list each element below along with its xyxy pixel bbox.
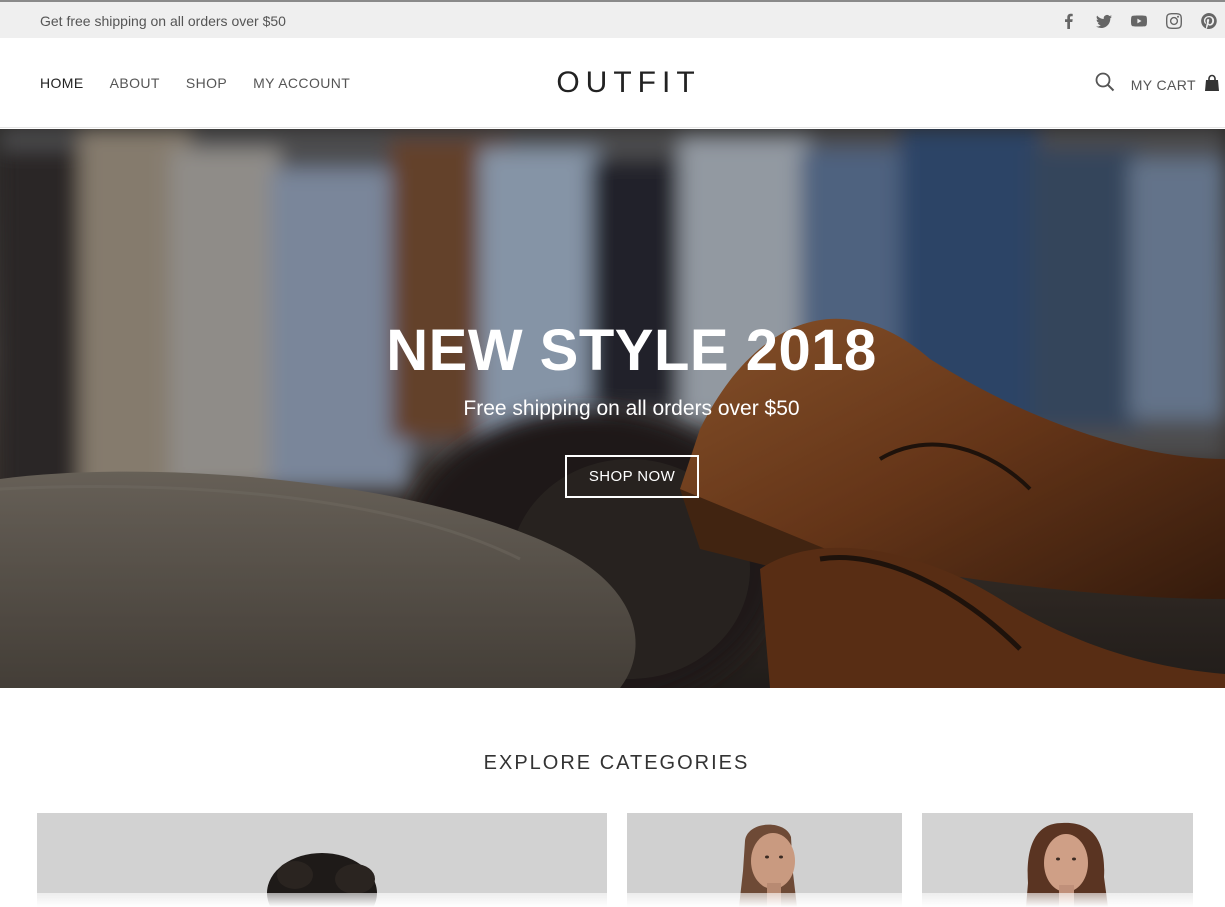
- social-links: [1059, 12, 1219, 30]
- cart-button[interactable]: MY CART: [1131, 74, 1221, 95]
- search-icon[interactable]: [1095, 72, 1115, 97]
- bottom-fade: [0, 893, 1225, 907]
- cart-label: MY CART: [1130, 76, 1196, 93]
- categories-title: EXPLORE CATEGORIES: [483, 752, 750, 774]
- site-header: HOME ABOUT SHOP MY ACCOUNT OUTFIT MY CAR…: [0, 38, 1225, 128]
- shop-now-button[interactable]: SHOP NOW: [565, 455, 699, 498]
- instagram-icon[interactable]: [1164, 12, 1184, 30]
- pinterest-icon[interactable]: [1199, 12, 1219, 30]
- youtube-icon[interactable]: [1129, 12, 1149, 30]
- announcement-text: Get free shipping on all orders over $50: [40, 13, 286, 29]
- shopping-bag-icon: [1203, 74, 1221, 95]
- twitter-icon[interactable]: [1094, 12, 1114, 30]
- hero-title: NEW STYLE 2018: [386, 318, 877, 383]
- hero-subtitle: Free shipping on all orders over $50: [463, 397, 800, 420]
- header-actions: MY CART: [1095, 72, 1221, 97]
- site-logo[interactable]: OUTFIT: [0, 66, 1225, 100]
- hero-banner: NEW STYLE 2018 Free shipping on all orde…: [0, 129, 1225, 688]
- announcement-bar: Get free shipping on all orders over $50: [0, 0, 1225, 38]
- facebook-icon[interactable]: [1059, 12, 1079, 30]
